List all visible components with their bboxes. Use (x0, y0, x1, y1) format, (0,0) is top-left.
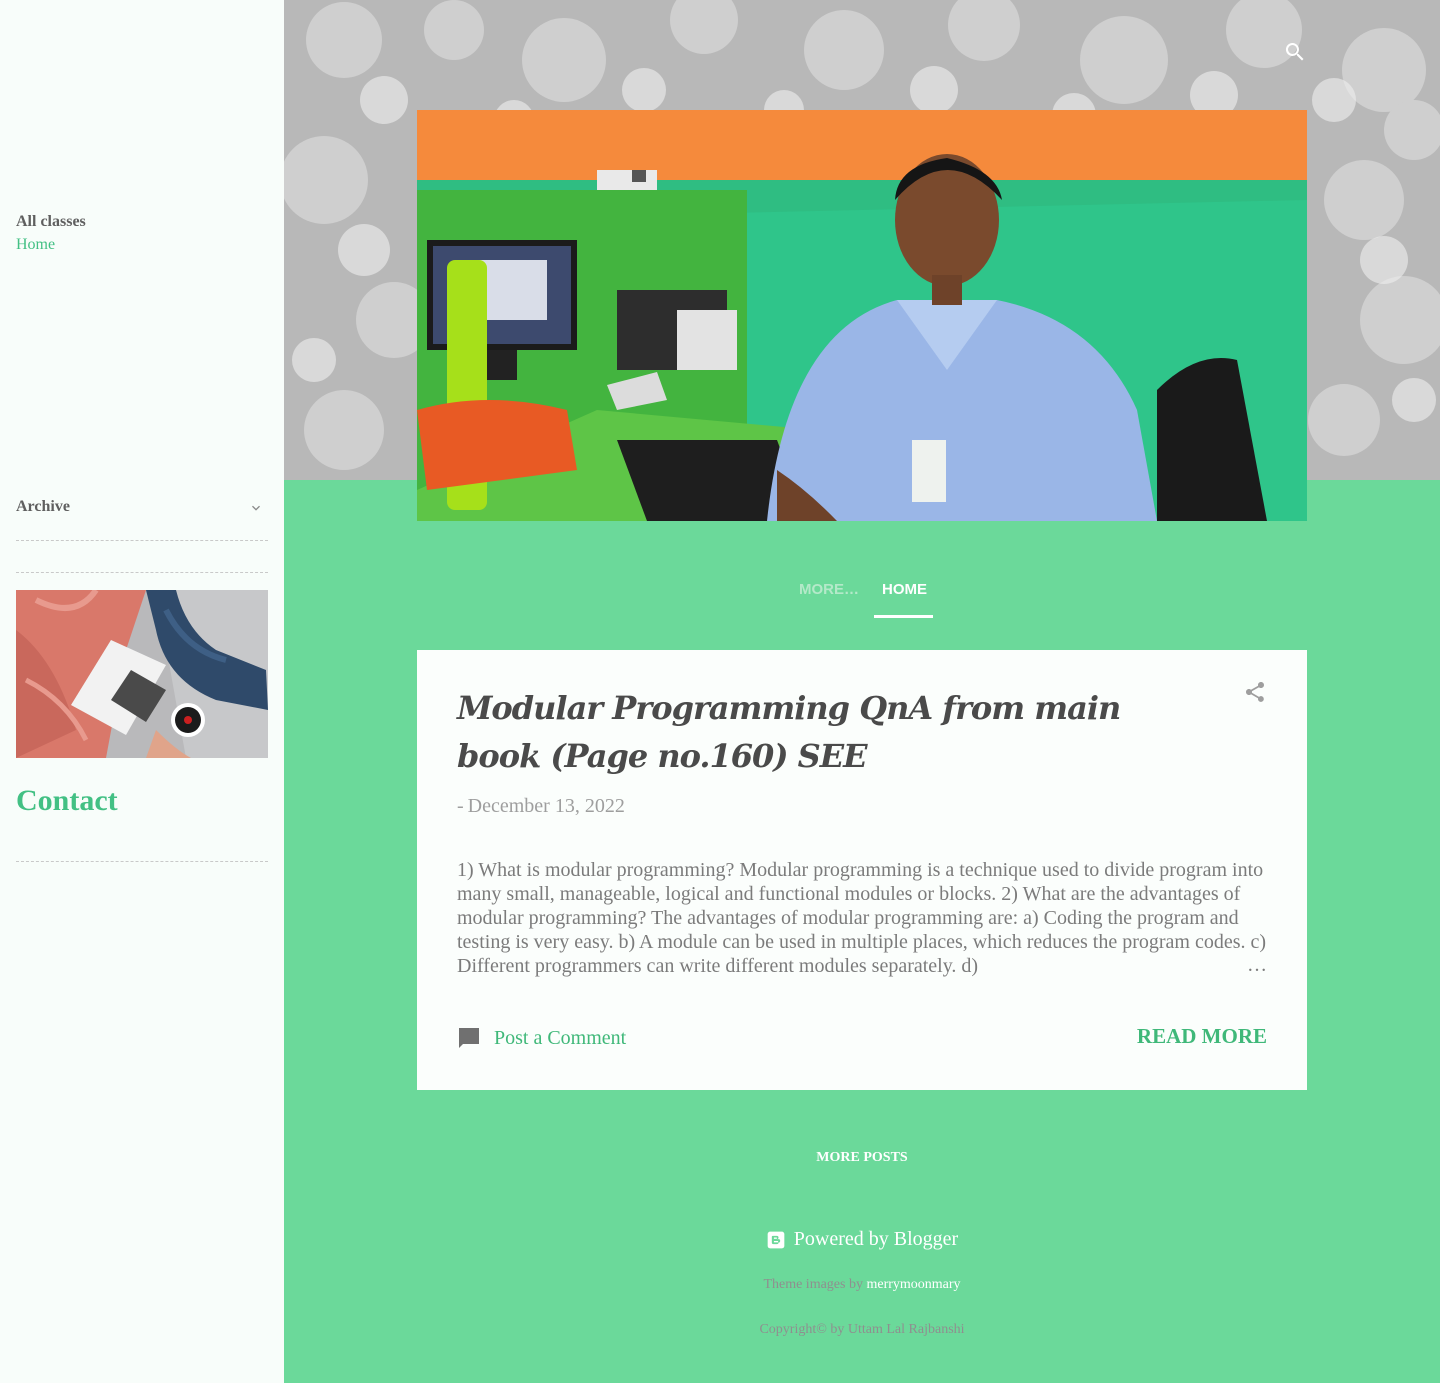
post-date: - December 13, 2022 (457, 795, 625, 818)
post-date-link[interactable]: December 13, 2022 (468, 795, 625, 817)
pages-title: All classes (16, 213, 86, 230)
header-photo (417, 110, 1307, 521)
tab-home-label: HOME (882, 581, 927, 598)
copyright: Copyright© by Uttam Lal Rajbanshi (759, 1322, 965, 1337)
theme-credit: Theme images by merrymoonmary (417, 1277, 1307, 1293)
archive-toggle[interactable]: Archive (16, 498, 268, 522)
post-title[interactable]: Modular Programming QnA from main book (… (457, 684, 1177, 780)
powered-by-blogger-link[interactable]: Powered by Blogger (766, 1228, 958, 1251)
theme-credit-prefix: Theme images by (763, 1277, 867, 1292)
share-icon[interactable] (1243, 680, 1267, 704)
archive-title: Archive (16, 498, 70, 515)
tab-more[interactable]: MORE… (799, 581, 859, 598)
chevron-down-icon (252, 505, 260, 511)
divider (16, 861, 268, 862)
read-more-button[interactable]: Read more (1137, 1024, 1267, 1049)
divider (16, 572, 268, 573)
page-tabs: MORE… HOME (417, 576, 1307, 620)
powered-by-label: Powered by Blogger (793, 1228, 959, 1250)
theme-author-link[interactable]: merrymoonmary (866, 1277, 960, 1292)
contact-image (16, 590, 268, 758)
powered-by: Powered by Blogger (417, 1228, 1307, 1255)
sidebar: All classes Home Archive Contact (0, 0, 284, 1383)
divider (16, 540, 268, 541)
post-snippet: 1) What is modular programming? Modular … (457, 859, 1267, 977)
blogger-icon (767, 1231, 785, 1248)
comment-icon (459, 1028, 479, 1048)
post-card: Modular Programming QnA from main book (… (417, 650, 1307, 1090)
contact-title: Contact (16, 784, 118, 817)
post-comment-label: Post a Comment (494, 1027, 627, 1049)
more-posts-button[interactable]: MORE POSTS (417, 1150, 1307, 1166)
search-icon[interactable] (1283, 40, 1307, 64)
sidebar-item-home[interactable]: Home (16, 236, 55, 254)
post-date-prefix: - (457, 795, 464, 817)
post-ellipsis: … (1247, 954, 1267, 976)
tab-home[interactable]: HOME (874, 576, 933, 618)
